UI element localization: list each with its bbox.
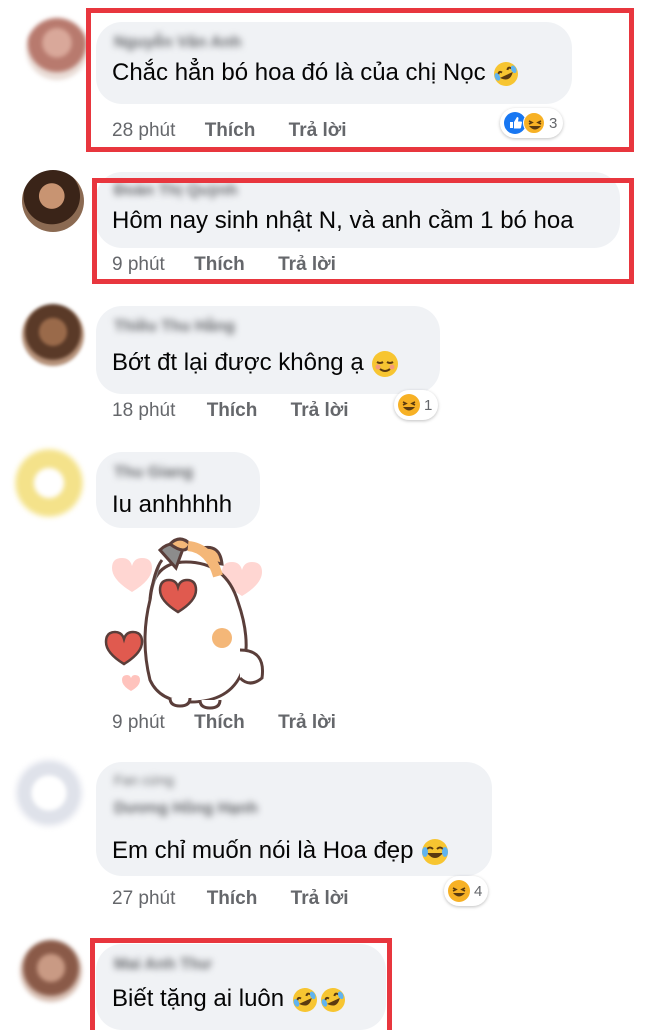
comment-actions: 9 phút Thích Trả lời bbox=[112, 712, 336, 734]
comment-bubble: Fan cứng Dương Hồng Hạnh Em chỉ muốn nói… bbox=[96, 762, 492, 876]
highlight-box bbox=[90, 938, 392, 1030]
reaction-count: 4 bbox=[474, 882, 483, 900]
comment-author[interactable]: Thiều Thu Hằng bbox=[114, 318, 235, 336]
reply-button[interactable]: Trả lời bbox=[291, 888, 349, 910]
fan-badge: Fan cứng bbox=[114, 772, 174, 788]
highlight-box bbox=[86, 8, 634, 152]
reply-button[interactable]: Trả lời bbox=[291, 400, 349, 422]
comment-author[interactable]: Dương Hồng Hạnh bbox=[114, 800, 258, 818]
haha-icon bbox=[398, 394, 420, 416]
comment-text: Em chỉ muốn nói là Hoa đẹp bbox=[112, 836, 450, 867]
like-button[interactable]: Thích bbox=[207, 888, 258, 910]
comment-time[interactable]: 27 phút bbox=[112, 888, 175, 910]
reaction-count: 1 bbox=[424, 396, 433, 414]
comment-text-content: Bớt đt lại được không ạ bbox=[112, 349, 364, 376]
comment-bubble: Thiều Thu Hằng Bớt đt lại được không ạ bbox=[96, 306, 440, 394]
cat-hearts-sticker[interactable] bbox=[100, 530, 270, 710]
avatar[interactable] bbox=[20, 940, 82, 1002]
avatar[interactable] bbox=[14, 448, 84, 518]
haha-icon bbox=[448, 880, 470, 902]
avatar[interactable] bbox=[26, 18, 88, 80]
reaction-summary[interactable]: 1 bbox=[394, 390, 439, 420]
comment-text: Bớt đt lại được không ạ bbox=[112, 348, 400, 379]
like-button[interactable]: Thích bbox=[207, 400, 258, 422]
comment-actions: 18 phút Thích Trả lời bbox=[112, 400, 349, 422]
highlight-box bbox=[92, 178, 634, 284]
comment-text: Iu anhhhhh bbox=[112, 491, 233, 518]
avatar[interactable] bbox=[22, 304, 84, 366]
comment-author[interactable]: Thu Giang bbox=[114, 464, 193, 482]
reaction-summary[interactable]: 4 bbox=[444, 876, 489, 906]
comment-text-content: Em chỉ muốn nói là Hoa đẹp bbox=[112, 837, 414, 864]
comment-bubble: Thu Giang Iu anhhhhh bbox=[96, 452, 260, 528]
relieved-emoji bbox=[372, 350, 399, 377]
like-button[interactable]: Thích bbox=[194, 712, 245, 734]
avatar[interactable] bbox=[22, 170, 84, 232]
joy-emoji bbox=[422, 838, 449, 865]
comment-time[interactable]: 9 phút bbox=[112, 712, 165, 734]
comment-actions: 27 phút Thích Trả lời bbox=[112, 888, 349, 910]
avatar[interactable] bbox=[14, 758, 84, 828]
comment-time[interactable]: 18 phút bbox=[112, 400, 175, 422]
reply-button[interactable]: Trả lời bbox=[278, 712, 336, 734]
